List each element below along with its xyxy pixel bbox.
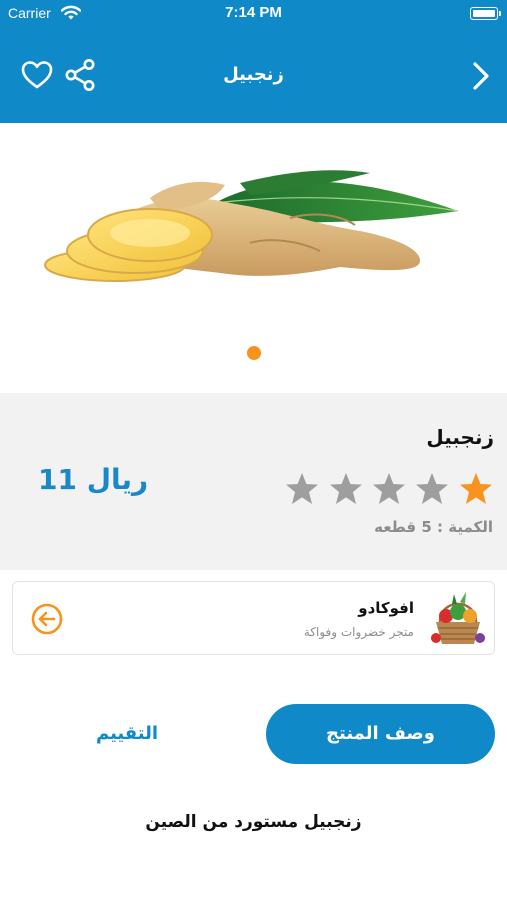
store-subtitle: متجر خضروات وفواكة (303, 625, 414, 639)
status-time: 7:14 PM (225, 4, 282, 21)
status-bar: Carrier 7:14 PM (0, 0, 507, 28)
page-title: زنجبيل (223, 64, 284, 85)
quantity-label: الكمية : 5 قطعه (374, 518, 493, 536)
star-icon-empty (416, 473, 448, 504)
vegetable-basket-image (431, 592, 485, 644)
carousel-page-dot[interactable] (247, 346, 261, 360)
ginger-image (44, 170, 459, 282)
arrow-circle-left-icon[interactable] (30, 602, 64, 636)
store-name: افوكادو (358, 599, 414, 617)
battery-tip (499, 11, 501, 16)
product-name: زنجبيل (426, 425, 494, 449)
star-icon-filled (460, 473, 492, 504)
chevron-right-icon[interactable] (467, 60, 495, 92)
star-icon-empty (330, 473, 362, 504)
product-description-text: زنجبيل مستورد من الصين (145, 812, 362, 832)
star-icon-empty (373, 473, 405, 504)
product-price: ريال 11 (38, 463, 149, 496)
nav-bar: زنجبيل (0, 44, 507, 108)
tab-product-description[interactable]: وصف المنتج (266, 704, 495, 764)
tab-rating[interactable]: التقييم (60, 704, 194, 764)
store-card[interactable]: افوكادو متجر خضروات وفواكة (12, 581, 495, 655)
app-header: Carrier 7:14 PM زنجبيل (0, 0, 507, 123)
product-info-panel: زنجبيل ريال 11 الكمية : 5 قطعه (0, 393, 507, 570)
star-rating (284, 471, 494, 507)
battery-icon (470, 7, 498, 20)
star-icon-empty (286, 473, 318, 504)
product-image-carousel[interactable] (0, 123, 507, 393)
